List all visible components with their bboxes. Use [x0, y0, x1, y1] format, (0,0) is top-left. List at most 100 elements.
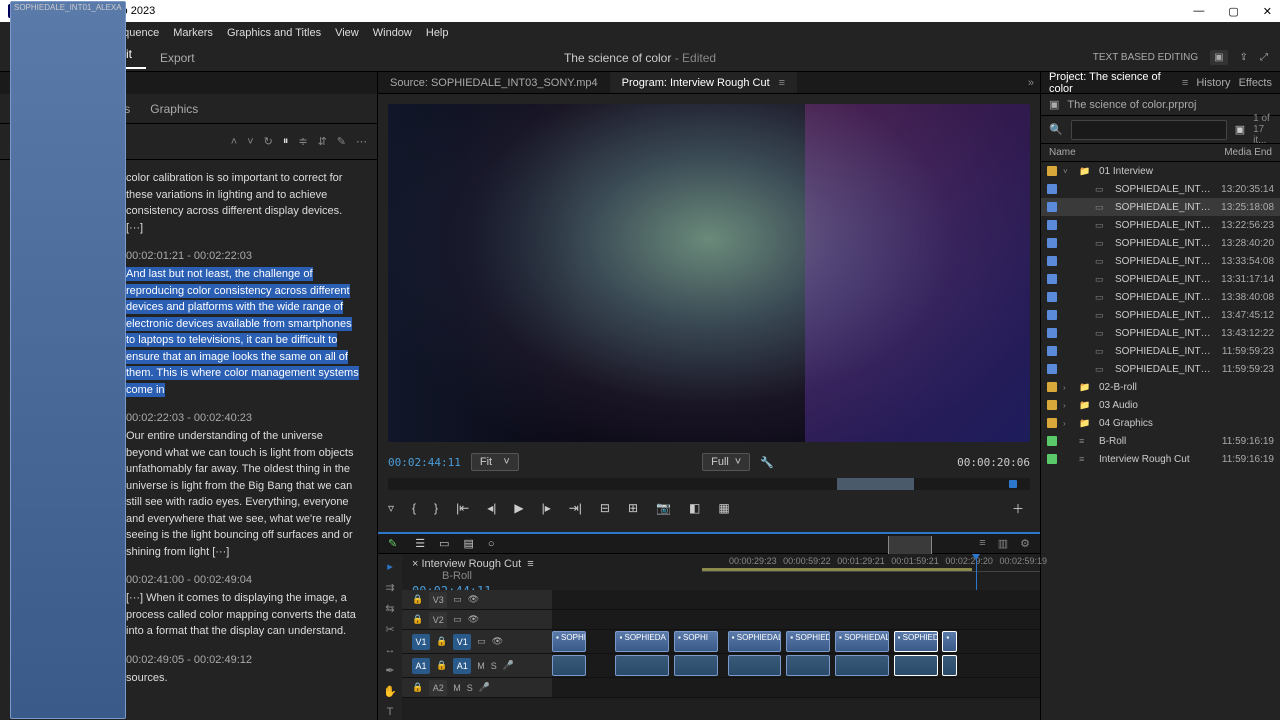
sequence-broll-tab[interactable]: B-Roll: [442, 570, 472, 582]
share-icon[interactable]: ⇪: [1240, 52, 1248, 63]
in-out-range[interactable]: [888, 536, 932, 554]
pen-tool-icon[interactable]: ✒: [385, 664, 394, 677]
razor-tool-icon[interactable]: ✂: [385, 623, 394, 636]
workspace-export[interactable]: Export: [146, 51, 209, 65]
clip-row[interactable]: ▭SOPHIEDALE_INT01_IP11:59:59:23: [1041, 342, 1280, 360]
audio-clip[interactable]: [894, 655, 938, 676]
edit-pencil-icon[interactable]: ✎: [388, 537, 397, 550]
audio-clip[interactable]: [942, 655, 957, 676]
video-clip[interactable]: ▪ SOPHI: [674, 631, 718, 652]
track-select-tool-icon[interactable]: ⇉: [385, 581, 394, 594]
video-clip[interactable]: ▪: [942, 631, 957, 652]
project-tab[interactable]: Project: The science of color: [1049, 71, 1174, 95]
marker-button[interactable]: ▿: [388, 501, 394, 515]
maximize-button[interactable]: ▢: [1228, 5, 1238, 18]
program-tab[interactable]: Program: Interview Rough Cut ≡: [610, 72, 797, 93]
out-button[interactable]: }: [434, 501, 438, 515]
new-bin-icon[interactable]: ▣: [1235, 123, 1245, 136]
clip-row[interactable]: ▭SOPHIEDALE_INT03_IP11:59:59:23: [1041, 360, 1280, 378]
minimize-button[interactable]: —: [1193, 5, 1204, 18]
clip-row[interactable]: ▭SOPHIEDALE_INT03_S13:43:12:22: [1041, 324, 1280, 342]
bin-row[interactable]: ›📁04 Graphics: [1041, 414, 1280, 432]
bin-row[interactable]: ›📁03 Audio: [1041, 396, 1280, 414]
settings-icon[interactable]: 🔧: [760, 456, 774, 469]
menu-window[interactable]: Window: [373, 27, 412, 39]
fullscreen-icon[interactable]: ⤢: [1260, 52, 1268, 63]
tab-graphics[interactable]: Graphics: [150, 102, 198, 116]
video-preview[interactable]: [388, 104, 1030, 442]
timeline-settings-icon[interactable]: ⚙: [1020, 537, 1030, 550]
panel-overflow-icon[interactable]: »: [1028, 77, 1040, 89]
text-based-editing-label[interactable]: TEXT BASED EDITING: [1093, 52, 1198, 63]
clip-row[interactable]: ▭SOPHIEDALE_INT01_C13:25:18:08: [1041, 198, 1280, 216]
video-clip[interactable]: ▪ SOPHIEDAL: [728, 631, 782, 652]
video-clip[interactable]: ▪ SOPHIEDA: [786, 631, 830, 652]
pause-filter-icon[interactable]: ⏸: [283, 135, 289, 148]
audio-clip[interactable]: [615, 655, 669, 676]
clip-row[interactable]: ▭SOPHIEDALE_INT02_S13:31:17:14: [1041, 270, 1280, 288]
project-search-input[interactable]: [1071, 120, 1227, 140]
video-clip[interactable]: ▪ SOPHIEDAL: [894, 631, 938, 652]
sequence-name[interactable]: Interview Rough Cut: [422, 558, 522, 570]
audio-clip[interactable]: [674, 655, 718, 676]
next-match-icon[interactable]: ˅: [247, 136, 253, 148]
clip-row[interactable]: ▭SOPHIEDALE_INT03_A13:38:40:08: [1041, 288, 1280, 306]
more-options-icon[interactable]: ⋯: [356, 135, 367, 148]
sequence-row[interactable]: ≡B-Roll11:59:16:19: [1041, 432, 1280, 450]
bin-row[interactable]: ›📁02-B-roll: [1041, 378, 1280, 396]
effects-tab[interactable]: Effects: [1239, 77, 1272, 89]
playhead-marker[interactable]: [1009, 480, 1017, 488]
timeline-menu-icon[interactable]: ≡: [979, 537, 985, 550]
video-clip[interactable]: ▪ SOPHI: [552, 631, 586, 652]
safe-margins-button[interactable]: ▦: [718, 501, 729, 515]
clip-row[interactable]: ▭SOPHIEDALE_INT03_C13:47:45:12: [1041, 306, 1280, 324]
close-button[interactable]: ✕: [1263, 5, 1272, 18]
video-clip[interactable]: ▪ SOPHIEDALE_: [835, 631, 889, 652]
hand-tool-icon[interactable]: ✋: [383, 685, 397, 698]
program-scrubbar[interactable]: [388, 478, 1030, 490]
source-tab[interactable]: Source: SOPHIEDALE_INT03_SONY.mp4: [378, 72, 610, 93]
compare-button[interactable]: ◧: [689, 501, 700, 515]
col-name[interactable]: Name: [1049, 147, 1224, 158]
resolution-select[interactable]: Full˅: [702, 453, 750, 471]
circle-icon[interactable]: ○: [488, 538, 495, 550]
menu-view[interactable]: View: [335, 27, 359, 39]
play-button[interactable]: ▶: [514, 501, 523, 515]
menu-graphics-titles[interactable]: Graphics and Titles: [227, 27, 321, 39]
col-media-end[interactable]: Media End: [1224, 147, 1272, 158]
extract-button[interactable]: ⊞: [628, 501, 638, 515]
button-editor-button[interactable]: ＋: [1012, 500, 1024, 517]
type-tool-icon[interactable]: T: [387, 706, 394, 718]
sequence-menu-icon[interactable]: ≡: [524, 558, 533, 570]
filter-a-icon[interactable]: ≑: [298, 135, 307, 148]
ripple-tool-icon[interactable]: ⇆: [385, 602, 394, 615]
timeline-ruler[interactable]: 00:00:29:23 00:00:59:22 00:01:29:21 00:0…: [702, 554, 1040, 572]
clip-row[interactable]: ▭SOPHIEDALE_INT02_C13:33:54:08: [1041, 252, 1280, 270]
fx-icon[interactable]: ▭: [439, 537, 449, 550]
sequence-row[interactable]: ≡Interview Rough Cut11:59:16:19: [1041, 450, 1280, 468]
export-frame-button[interactable]: 📷: [656, 501, 671, 515]
close-sequence-icon[interactable]: ×: [412, 558, 418, 570]
project-item-list[interactable]: ˅📁 01 Interview ▭SOPHIEDALE_INT01_A13:20…: [1041, 162, 1280, 720]
menu-help[interactable]: Help: [426, 27, 449, 39]
in-out-region[interactable]: [837, 478, 914, 490]
history-tab[interactable]: History: [1196, 77, 1230, 89]
goto-in-button[interactable]: |⇤: [456, 501, 469, 515]
selection-tool-icon[interactable]: ▸: [387, 560, 393, 573]
goto-out-button[interactable]: ⇥|: [569, 501, 582, 515]
step-fwd-button[interactable]: |▸: [542, 501, 551, 515]
video-clip[interactable]: ▪ SOPHIEDA: [615, 631, 669, 652]
menu-markers[interactable]: Markers: [173, 27, 213, 39]
clip-row[interactable]: ▭SOPHIEDALE_INT02_A13:28:40:20: [1041, 234, 1280, 252]
lift-button[interactable]: ⊟: [600, 501, 610, 515]
project-menu-icon[interactable]: ≡: [1182, 77, 1188, 89]
refresh-icon[interactable]: ↻: [264, 135, 273, 148]
step-back-button[interactable]: ◂|: [487, 501, 496, 515]
zoom-fit-select[interactable]: Fit˅: [471, 453, 519, 471]
clip-row[interactable]: ▭SOPHIEDALE_INT01_A13:20:35:14: [1041, 180, 1280, 198]
audio-clip[interactable]: [786, 655, 830, 676]
stack-icon[interactable]: ▤: [464, 537, 474, 550]
edit-icon[interactable]: ✎: [337, 135, 346, 148]
audio-clip[interactable]: [835, 655, 889, 676]
clip-row[interactable]: ▭SOPHIEDALE_INT01_S13:22:56:23: [1041, 216, 1280, 234]
